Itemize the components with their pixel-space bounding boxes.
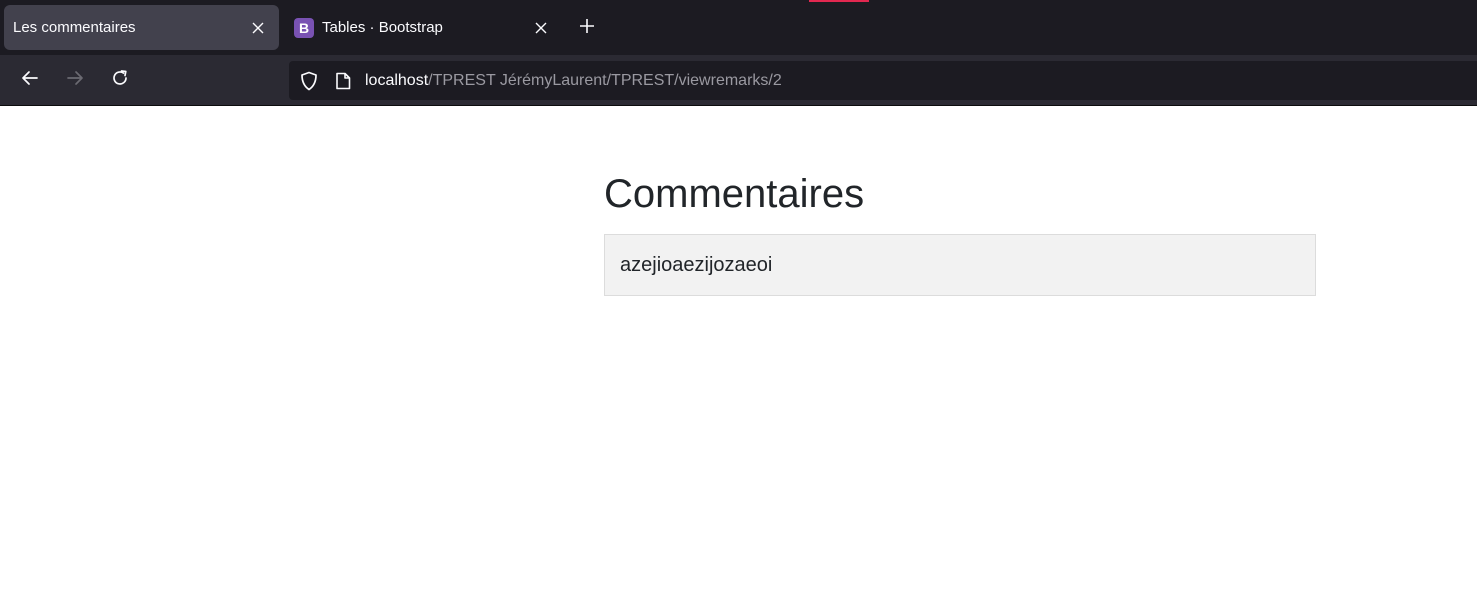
tab-title: Les commentaires	[13, 19, 136, 36]
tab-les-commentaires[interactable]: Les commentaires	[4, 5, 279, 50]
page-content: Commentaires azejioaezijozaeoi	[604, 106, 1316, 296]
bootstrap-favicon-icon: B	[294, 17, 314, 38]
url-text[interactable]: localhost/TPREST JérémyLaurent/TPREST/vi…	[365, 72, 782, 90]
navigation-toolbar: localhost/TPREST JérémyLaurent/TPREST/vi…	[0, 55, 1477, 105]
reload-icon	[111, 69, 129, 92]
close-icon[interactable]	[243, 13, 273, 43]
remark-list: azejioaezijozaeoi	[604, 234, 1316, 296]
arrow-right-icon	[66, 69, 84, 92]
url-host: localhost	[365, 71, 429, 89]
tab-title: Tables · Bootstrap	[322, 19, 443, 36]
shield-icon[interactable]	[298, 70, 320, 92]
new-tab-button[interactable]	[572, 13, 602, 43]
close-icon[interactable]	[526, 13, 556, 43]
reload-button[interactable]	[105, 65, 135, 95]
arrow-left-icon	[21, 69, 39, 92]
tab-tables-bootstrap[interactable]: B Tables · Bootstrap	[287, 5, 562, 50]
tab-accent-indicator	[809, 0, 869, 2]
forward-button[interactable]	[60, 65, 90, 95]
url-path: /TPREST JérémyLaurent/TPREST/viewremarks…	[428, 71, 782, 89]
plus-icon	[579, 18, 595, 39]
page-title: Commentaires	[604, 172, 865, 216]
list-item: azejioaezijozaeoi	[620, 253, 773, 276]
address-bar[interactable]: localhost/TPREST JérémyLaurent/TPREST/vi…	[289, 61, 1477, 100]
back-button[interactable]	[15, 65, 45, 95]
tab-strip: Les commentaires B Tables · Bootstrap	[0, 0, 1477, 55]
page-icon[interactable]	[332, 70, 354, 92]
